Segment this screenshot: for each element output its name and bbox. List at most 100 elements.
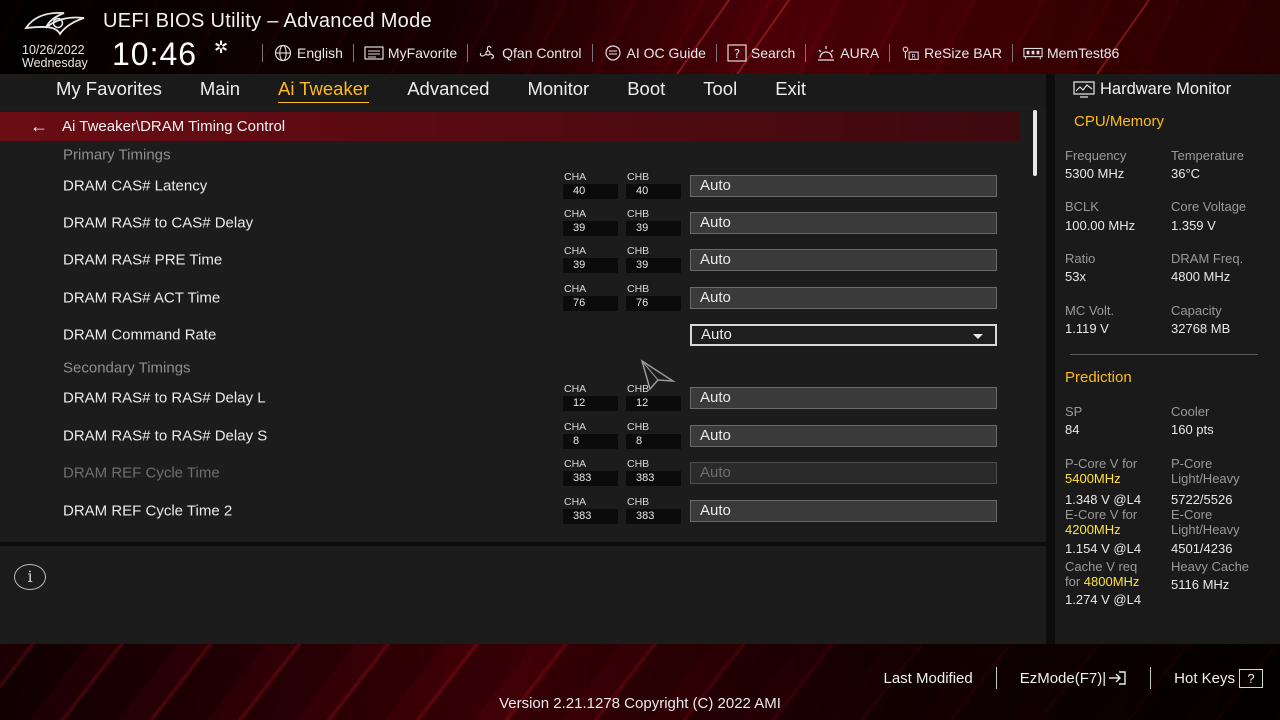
- tab-exit[interactable]: Exit: [775, 78, 806, 102]
- pcore-lh-value: 5722/5526: [1171, 492, 1233, 507]
- chb-readout: CHB 383: [626, 497, 682, 525]
- setting-label: DRAM RAS# to RAS# Delay S: [63, 427, 268, 445]
- chb-readout: CHB 39: [626, 246, 682, 274]
- tab-monitor[interactable]: Monitor: [527, 78, 589, 102]
- cha-readout: CHA 76: [563, 284, 619, 312]
- search-button[interactable]: ? Search: [727, 42, 795, 64]
- setting-label: DRAM Command Rate: [63, 326, 217, 344]
- hot-keys-button[interactable]: Hot Keys ?: [1174, 668, 1263, 688]
- aura-button[interactable]: AURA: [816, 42, 879, 64]
- capacity-value: 32768 MB: [1171, 321, 1231, 336]
- qfan-control-button[interactable]: Qfan Control: [478, 42, 582, 64]
- setting-label: DRAM REF Cycle Time: [63, 464, 220, 482]
- ratio-label: Ratio: [1065, 251, 1096, 266]
- header-bar: UEFI BIOS Utility – Advanced Mode 10/26/…: [0, 0, 1280, 74]
- ai-oc-guide-button[interactable]: AI OC Guide: [603, 42, 706, 64]
- tab-boot[interactable]: Boot: [627, 78, 665, 102]
- temperature-value: 36°C: [1171, 166, 1201, 181]
- footer-separator: [995, 667, 997, 689]
- fan-icon: [478, 44, 498, 62]
- heavy-cache-label: Heavy Cache: [1171, 559, 1250, 574]
- cas-latency-input[interactable]: Auto: [690, 175, 997, 197]
- search-icon: ?: [727, 44, 747, 62]
- bclk-value: 100.00 MHz: [1065, 218, 1136, 233]
- date-display: 10/26/2022 Wednesday: [22, 44, 88, 70]
- language-button[interactable]: English: [273, 42, 343, 64]
- monitor-icon: [1073, 80, 1095, 98]
- toolbar-separator: [262, 44, 263, 62]
- ras-pre-input[interactable]: Auto: [690, 249, 997, 271]
- version-text: Version 2.21.1278 Copyright (C) 2022 AMI: [499, 695, 781, 712]
- bclk-label: BCLK: [1065, 199, 1099, 214]
- footer-links: Last Modified EzMode(F7)| Hot Keys ?: [884, 666, 1280, 690]
- svg-text:?: ?: [734, 47, 740, 61]
- ratio-value: 53x: [1065, 269, 1086, 284]
- sp-value: 84: [1065, 422, 1080, 437]
- back-arrow-icon[interactable]: ←: [30, 116, 52, 137]
- ras-to-ras-l-input[interactable]: Auto: [690, 387, 997, 409]
- setting-row-ras-to-cas: DRAM RAS# to CAS# Delay CHA 39 CHB 39 Auto: [0, 205, 1020, 241]
- resize-bar-button[interactable]: R ReSize BAR: [900, 42, 1002, 64]
- scrollbar-thumb[interactable]: [1033, 110, 1037, 176]
- myfavorite-button[interactable]: MyFavorite: [364, 42, 457, 64]
- setting-row-ras-pre: DRAM RAS# PRE Time CHA 39 CHB 39 Auto: [0, 242, 1020, 278]
- setting-label: DRAM RAS# ACT Time: [63, 289, 221, 307]
- ref-cycle-input: Auto: [690, 462, 997, 484]
- ras-to-ras-s-input[interactable]: Auto: [690, 425, 997, 447]
- help-key-icon: ?: [1239, 668, 1263, 688]
- chb-readout: CHB 76: [626, 284, 682, 312]
- chb-readout: CHB 40: [626, 172, 682, 200]
- capacity-label: Capacity: [1171, 303, 1222, 318]
- rog-logo-icon: [24, 11, 85, 36]
- ecore-lh-label: E-Core Light/Heavy: [1171, 507, 1240, 537]
- globe-icon: [273, 44, 293, 62]
- chb-readout: CHB 8: [626, 422, 682, 450]
- ezmode-button[interactable]: EzMode(F7)|: [1020, 670, 1127, 687]
- cache-v-label: Cache V req for 4800MHz: [1065, 559, 1140, 589]
- mc-volt-label: MC Volt.: [1065, 303, 1115, 318]
- tab-my-favorites[interactable]: My Favorites: [56, 78, 162, 102]
- footer-separator: [1150, 667, 1152, 689]
- ras-to-cas-input[interactable]: Auto: [690, 212, 997, 234]
- clock-settings-gear-icon[interactable]: ✲: [214, 38, 228, 58]
- setting-label: DRAM RAS# PRE Time: [63, 251, 223, 269]
- weekday-text: Wednesday: [22, 56, 88, 70]
- hardware-monitor-inner: Hardware Monitor CPU/Memory Frequency 53…: [1055, 74, 1280, 644]
- ecore-lh-value: 4501/4236: [1171, 541, 1233, 556]
- command-rate-dropdown[interactable]: Auto: [690, 324, 997, 346]
- ras-act-input[interactable]: Auto: [690, 287, 997, 309]
- aura-label: AURA: [840, 45, 880, 61]
- pcore-v-label: P-Core V for 5400MHz: [1065, 456, 1138, 486]
- tab-main[interactable]: Main: [200, 78, 240, 102]
- setting-row-ras-to-ras-l: DRAM RAS# to RAS# Delay L CHA 12 CHB 12 Au…: [0, 380, 1020, 416]
- setting-label: DRAM RAS# to CAS# Delay: [63, 214, 254, 232]
- resize-bar-icon: R: [900, 44, 920, 62]
- dram-freq-label: DRAM Freq.: [1171, 251, 1244, 266]
- setting-label: DRAM REF Cycle Time 2: [63, 502, 233, 520]
- toolbar-separator: [591, 44, 593, 62]
- setting-row-ref-cycle: DRAM REF Cycle Time CHA 383 CHB 383 Auto: [0, 455, 1020, 491]
- main-nav-tabs: My Favorites Main Ai Tweaker Advanced Mo…: [0, 74, 1046, 106]
- section-title: Secondary Timings: [63, 359, 191, 377]
- tab-ai-tweaker[interactable]: Ai Tweaker: [278, 78, 370, 103]
- frequency-value: 5300 MHz: [1065, 166, 1125, 181]
- ai-chip-icon: [603, 44, 623, 62]
- section-title: Primary Timings: [63, 146, 171, 164]
- tab-tool[interactable]: Tool: [703, 78, 737, 102]
- tab-advanced[interactable]: Advanced: [407, 78, 489, 102]
- setting-row-ras-to-ras-s: DRAM RAS# to RAS# Delay S CHA 8 CHB 8 Auto: [0, 418, 1020, 454]
- breadcrumb-text: Ai Tweaker\DRAM Timing Control: [62, 118, 286, 135]
- ai-oc-guide-label: AI OC Guide: [626, 45, 706, 61]
- ecore-v-freq: 4200MHz: [1065, 522, 1121, 537]
- toolbar-separator: [1011, 44, 1013, 62]
- search-label: Search: [750, 45, 796, 61]
- memtest86-button[interactable]: MemTest86: [1023, 42, 1119, 64]
- ref-cycle-2-input[interactable]: Auto: [690, 500, 997, 522]
- setting-row-command-rate: DRAM Command Rate Auto: [0, 317, 1020, 353]
- last-modified-label: Last Modified: [883, 669, 973, 687]
- hot-keys-label: Hot Keys: [1174, 669, 1235, 687]
- dropdown-value: Auto: [701, 326, 732, 343]
- language-label: English: [297, 45, 343, 61]
- ezmode-label: EzMode(F7)|: [1019, 669, 1107, 687]
- last-modified-button[interactable]: Last Modified: [884, 670, 973, 687]
